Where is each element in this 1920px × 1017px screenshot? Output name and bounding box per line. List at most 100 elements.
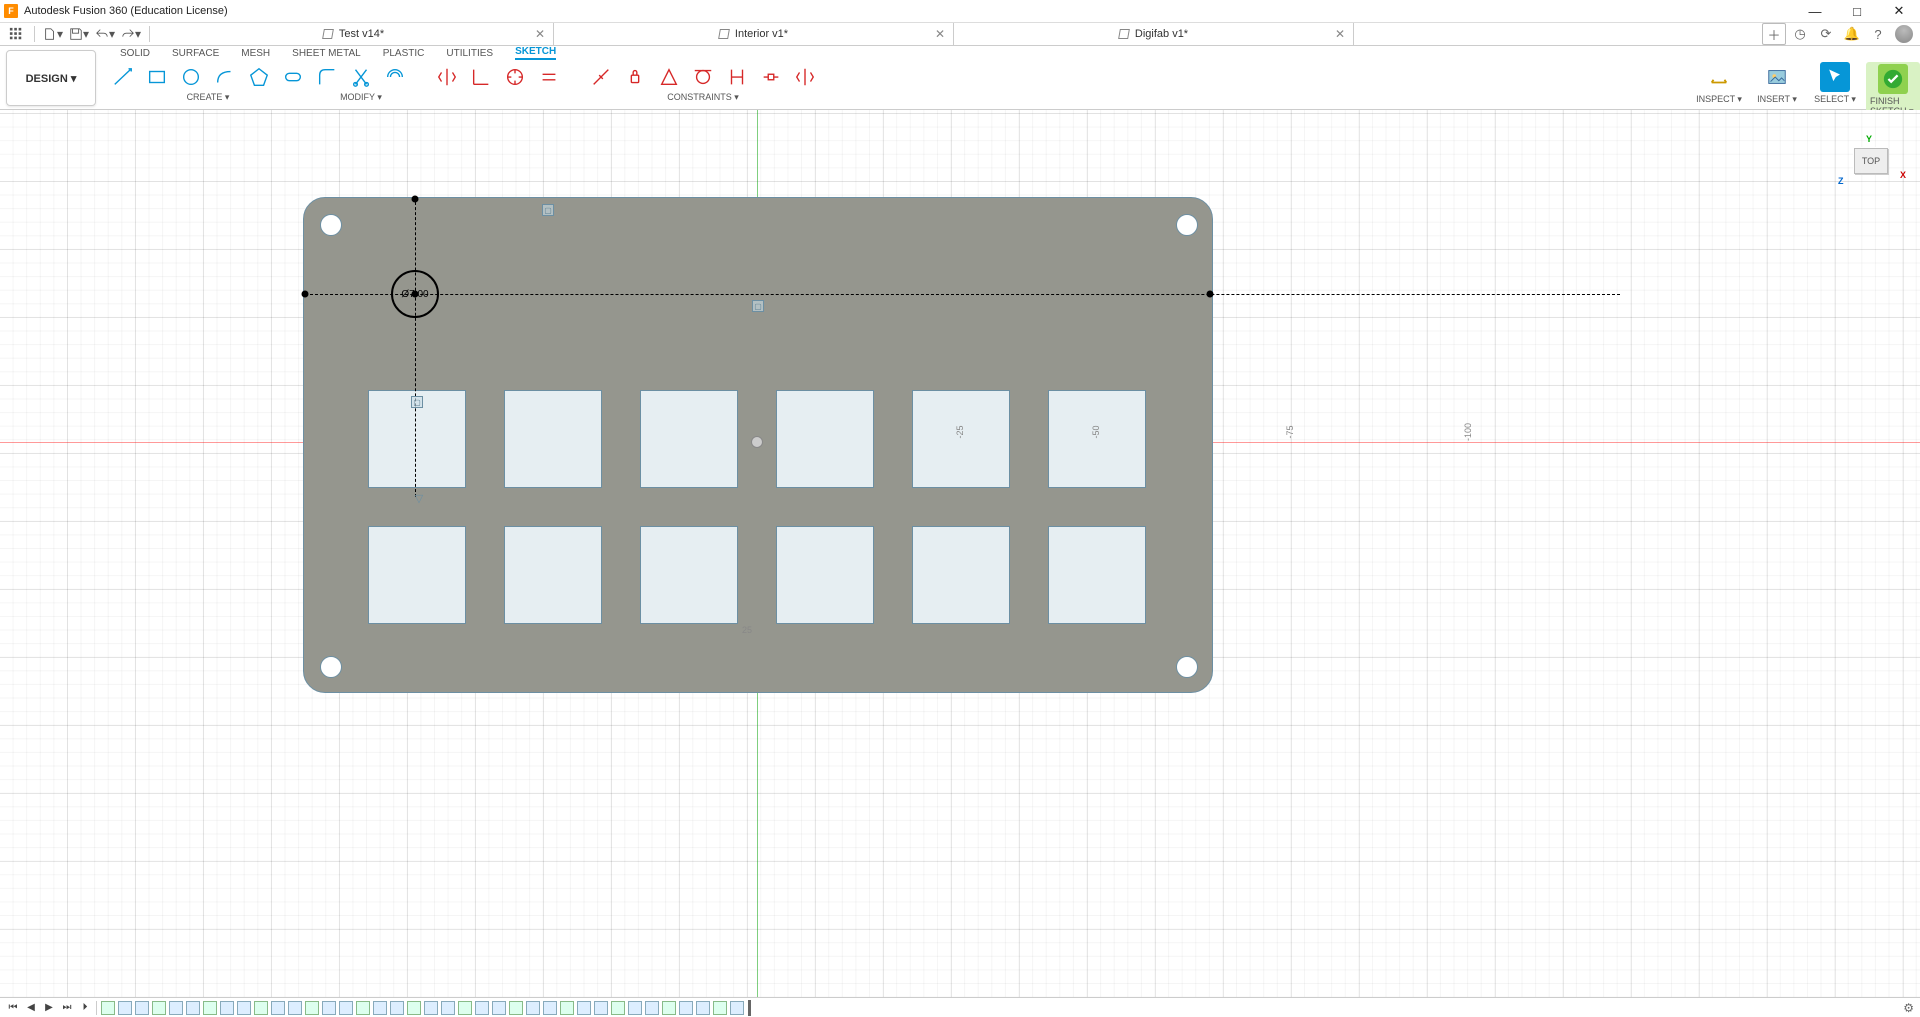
timeline-feature[interactable] [526, 1001, 540, 1015]
timeline-feature[interactable] [390, 1001, 404, 1015]
key-slot[interactable] [640, 390, 738, 488]
grid-apps-icon[interactable] [4, 23, 28, 45]
arc-tool-icon[interactable] [210, 62, 240, 92]
timeline-feature[interactable] [645, 1001, 659, 1015]
timeline-feature[interactable] [509, 1001, 523, 1015]
key-slot[interactable] [640, 526, 738, 624]
timeline-feature[interactable] [594, 1001, 608, 1015]
env-tab-sheetmetal[interactable]: SHEET METAL [292, 48, 361, 59]
symmetry-constraint-icon[interactable] [790, 62, 820, 92]
timeline-first-icon[interactable]: ⏮ [6, 1001, 20, 1015]
key-slot[interactable] [776, 390, 874, 488]
timeline-feature[interactable] [679, 1001, 693, 1015]
constraint-glyph-midpoint-icon[interactable]: ▢ [542, 204, 554, 216]
sketch-node[interactable] [302, 291, 309, 298]
timeline-feature[interactable] [322, 1001, 336, 1015]
timeline-feature[interactable] [169, 1001, 183, 1015]
timeline-settings-icon[interactable]: ⚙ [1903, 1001, 1914, 1015]
extensions-icon[interactable]: ◷ [1788, 23, 1812, 45]
midpoint-constraint-icon[interactable] [756, 62, 786, 92]
coincident-constraint-icon[interactable] [586, 62, 616, 92]
key-slot[interactable] [368, 526, 466, 624]
view-cube-face-top[interactable]: TOP [1854, 148, 1888, 174]
key-slot[interactable] [776, 526, 874, 624]
close-tab-icon[interactable]: ✕ [1335, 27, 1345, 41]
key-slot[interactable] [1048, 390, 1146, 488]
construction-line-vertical[interactable] [415, 197, 416, 497]
doc-tab-test[interactable]: Test v14* ✕ [154, 23, 554, 45]
doc-tab-interior[interactable]: Interior v1* ✕ [554, 23, 954, 45]
timeline-feature[interactable] [135, 1001, 149, 1015]
corner-hole[interactable] [320, 656, 342, 678]
timeline-feature[interactable] [152, 1001, 166, 1015]
triangle-constraint-icon[interactable] [654, 62, 684, 92]
env-tab-solid[interactable]: SOLID [120, 48, 150, 59]
origin-marker-icon[interactable] [751, 436, 763, 448]
timeline-prev-icon[interactable]: ◀ [24, 1001, 38, 1015]
timeline-feature[interactable] [560, 1001, 574, 1015]
timeline-feature[interactable] [220, 1001, 234, 1015]
timeline-feature[interactable] [543, 1001, 557, 1015]
timeline-feature[interactable] [237, 1001, 251, 1015]
sketch-node[interactable] [1207, 291, 1214, 298]
equal-constraint-icon[interactable] [534, 62, 564, 92]
timeline-next-icon[interactable]: ▶ [42, 1001, 56, 1015]
timeline-feature[interactable] [713, 1001, 727, 1015]
timeline-feature[interactable] [407, 1001, 421, 1015]
insert-button[interactable]: INSERT ▾ [1750, 62, 1804, 105]
workspace-switcher[interactable]: DESIGN ▾ [6, 50, 96, 106]
save-icon[interactable]: ▾ [67, 23, 91, 45]
timeline-feature[interactable] [577, 1001, 591, 1015]
constraint-glyph-symmetry-icon[interactable]: ▢ [752, 300, 764, 312]
timeline-feature[interactable] [254, 1001, 268, 1015]
redo-icon[interactable]: ▾ [119, 23, 143, 45]
doc-tab-digifab[interactable]: Digifab v1* ✕ [954, 23, 1354, 45]
timeline-feature[interactable] [730, 1001, 744, 1015]
timeline-feature[interactable] [441, 1001, 455, 1015]
key-slot[interactable] [1048, 526, 1146, 624]
window-close[interactable]: ✕ [1878, 0, 1920, 22]
window-maximize[interactable]: □ [1836, 0, 1878, 22]
timeline-feature[interactable] [611, 1001, 625, 1015]
key-slot[interactable] [504, 526, 602, 624]
construction-line-horizontal[interactable] [305, 294, 1620, 295]
notifications-icon[interactable]: 🔔 [1840, 23, 1864, 45]
timeline-feature[interactable] [458, 1001, 472, 1015]
timeline-marker[interactable] [748, 1000, 751, 1016]
constraint-glyph-arrow-icon[interactable]: ▽ [413, 492, 425, 504]
timeline-play-icon[interactable]: ⏵ [78, 1001, 92, 1015]
view-cube[interactable]: Y TOP X Z [1844, 140, 1898, 184]
trim-tool-icon[interactable] [346, 62, 376, 92]
tangent-constraint-icon[interactable] [688, 62, 718, 92]
file-menu-icon[interactable]: ▾ [41, 23, 65, 45]
undo-icon[interactable]: ▾ [93, 23, 117, 45]
slot-tool-icon[interactable] [278, 62, 308, 92]
rectangle-tool-icon[interactable] [142, 62, 172, 92]
timeline-feature[interactable] [305, 1001, 319, 1015]
env-tab-mesh[interactable]: MESH [241, 48, 270, 59]
circular-pattern-icon[interactable] [500, 62, 530, 92]
timeline-feature[interactable] [373, 1001, 387, 1015]
timeline-feature[interactable] [662, 1001, 676, 1015]
sketch-dimension-icon[interactable] [466, 62, 496, 92]
new-tab-icon[interactable]: ＋ [1762, 23, 1786, 45]
key-slot[interactable] [912, 390, 1010, 488]
corner-hole[interactable] [1176, 656, 1198, 678]
dimension-circle[interactable]: Ø7.00 [391, 270, 439, 318]
env-tab-surface[interactable]: SURFACE [172, 48, 219, 59]
canvas[interactable]: Ø7.00 ▢ ▢ ▢ ▽ -25 -50 -75 -100 25 Y TOP … [0, 110, 1920, 997]
close-tab-icon[interactable]: ✕ [535, 27, 545, 41]
inspect-button[interactable]: INSPECT ▾ [1692, 62, 1746, 105]
fillet-tool-icon[interactable] [312, 62, 342, 92]
timeline-feature[interactable] [424, 1001, 438, 1015]
profile-avatar[interactable] [1892, 23, 1916, 45]
offset-tool-icon[interactable] [380, 62, 410, 92]
timeline-feature[interactable] [288, 1001, 302, 1015]
timeline-feature[interactable] [101, 1001, 115, 1015]
timeline-feature[interactable] [186, 1001, 200, 1015]
timeline-feature[interactable] [339, 1001, 353, 1015]
timeline-last-icon[interactable]: ⏭ [60, 1001, 74, 1015]
key-slot[interactable] [912, 526, 1010, 624]
timeline-feature[interactable] [356, 1001, 370, 1015]
perpendicular-constraint-icon[interactable] [722, 62, 752, 92]
